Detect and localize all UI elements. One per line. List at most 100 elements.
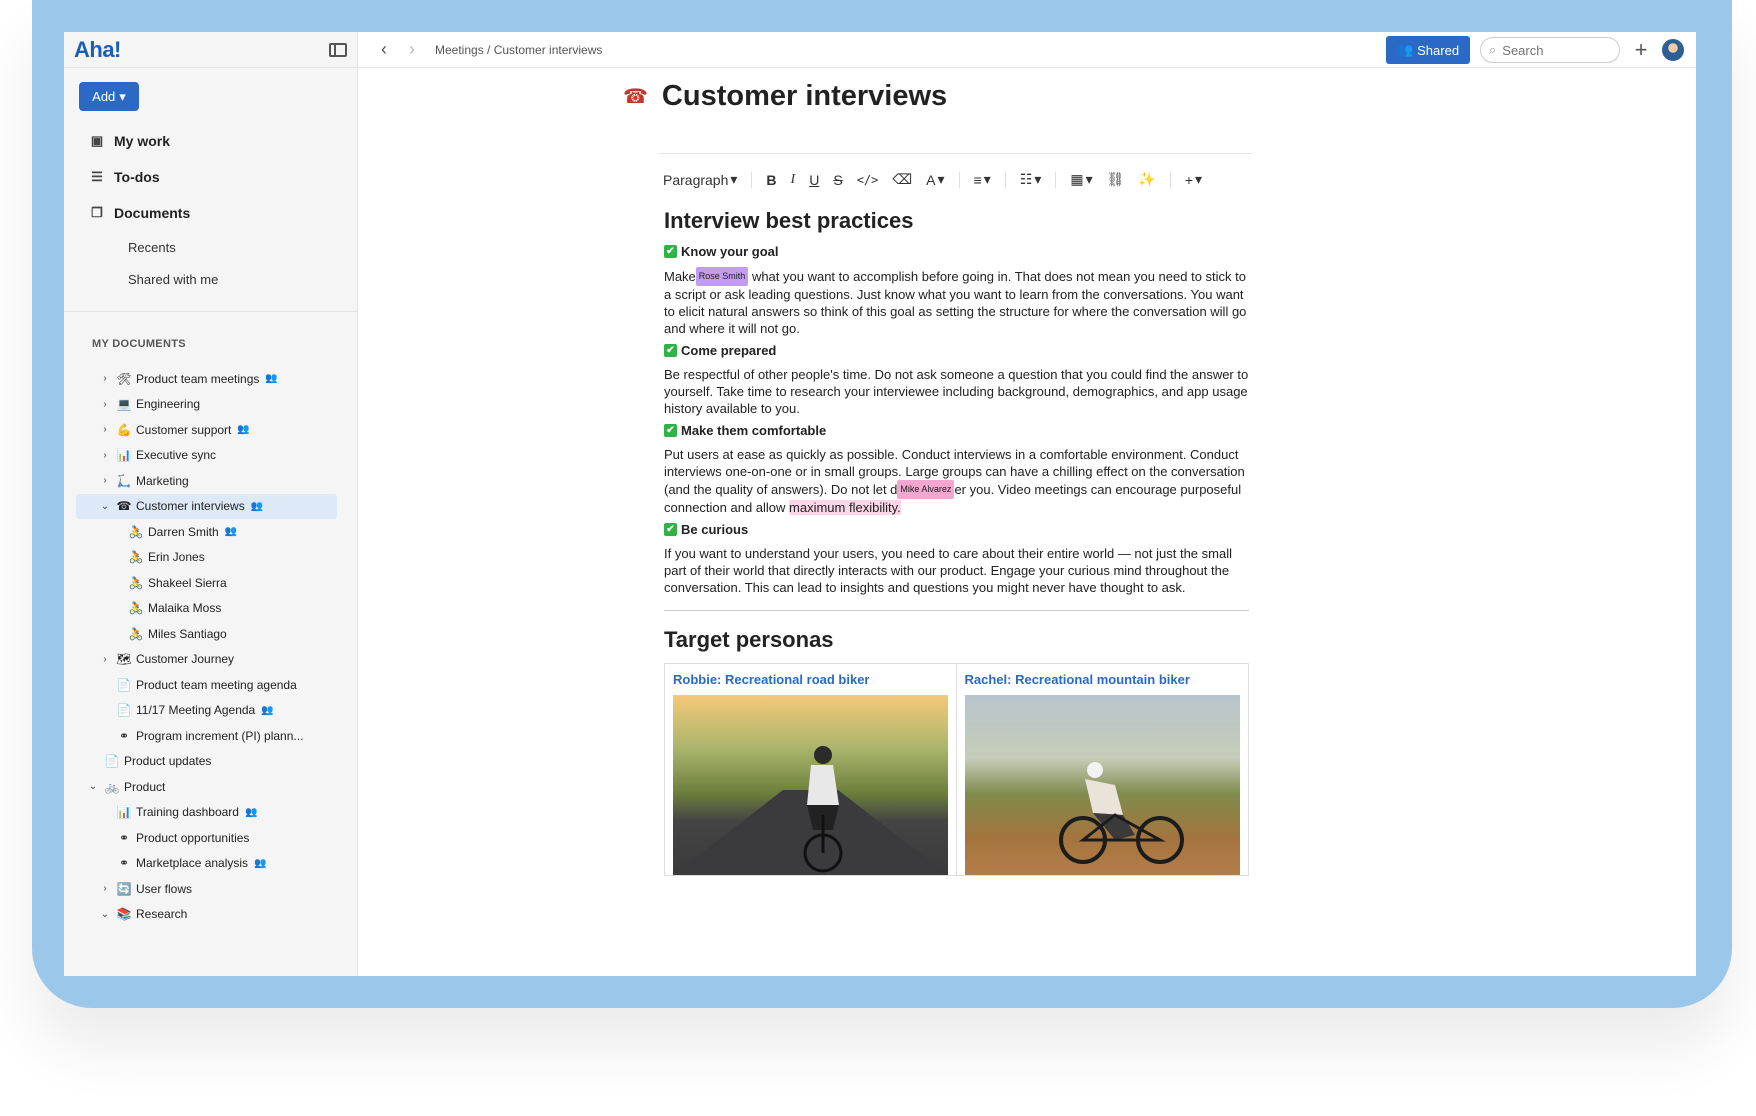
- tree-item-label: Marketing: [136, 473, 189, 488]
- shared-button[interactable]: 👥 Shared: [1386, 36, 1470, 64]
- checkmark-icon: ✔: [664, 424, 677, 437]
- section-title: Know your goal: [681, 244, 779, 259]
- persona-link[interactable]: Robbie: Recreational road biker: [673, 672, 948, 687]
- magic-wand-icon[interactable]: ✨: [1138, 171, 1155, 188]
- forward-arrow-icon[interactable]: ›: [401, 39, 423, 60]
- tree-item[interactable]: › 🛠 Product team meetings 👥: [64, 366, 357, 392]
- chevron-right-icon[interactable]: ›: [100, 424, 110, 435]
- chevron-right-icon[interactable]: ›: [100, 475, 110, 486]
- tree-item[interactable]: ⚭ Product opportunities: [64, 825, 357, 851]
- shared-users-icon: 👥: [265, 373, 278, 385]
- tree-item[interactable]: ⌄ 📚 Research: [64, 902, 357, 928]
- document-icon: 🛴: [116, 473, 132, 488]
- user-avatar[interactable]: [1662, 39, 1684, 61]
- chevron-down-icon[interactable]: ⌄: [100, 501, 110, 512]
- document-icon: ⚭: [118, 830, 130, 845]
- paragraph-style-select[interactable]: Paragraph ▾: [663, 171, 737, 188]
- nav-documents[interactable]: ❐ Documents: [64, 195, 357, 231]
- checklist-icon: ☰: [91, 169, 103, 184]
- document-icon: 📄: [116, 703, 132, 718]
- paragraph-curious: If you want to understand your users, yo…: [664, 546, 1232, 595]
- tree-item[interactable]: 📄 11/17 Meeting Agenda 👥: [64, 698, 357, 724]
- italic-icon[interactable]: I: [791, 172, 796, 188]
- caret-down-icon: ▾: [1034, 171, 1042, 187]
- toolbar-separator: [751, 171, 753, 188]
- shared-users-icon: 👥: [244, 806, 258, 818]
- persona-card: Robbie: Recreational road biker: [665, 664, 957, 875]
- tree-item[interactable]: 🚴 Darren Smith 👥: [64, 519, 357, 545]
- tree-item[interactable]: › 🗺 Customer Journey: [64, 647, 357, 673]
- table-icon[interactable]: ▦ ▾: [1070, 171, 1092, 188]
- chevron-right-icon[interactable]: ›: [100, 654, 110, 665]
- underline-icon[interactable]: U: [809, 172, 819, 188]
- document-icon: 🚴: [128, 601, 144, 616]
- tree-item[interactable]: › 🔄 User flows: [64, 876, 357, 902]
- tree-item[interactable]: ⚭ Marketplace analysis 👥: [64, 851, 357, 877]
- app-logo[interactable]: Aha!: [74, 37, 121, 63]
- align-icon[interactable]: ≡ ▾: [974, 171, 991, 188]
- shared-users-icon: 👥: [237, 424, 250, 436]
- title-divider: [658, 153, 1253, 154]
- nav-shared-with-me[interactable]: Shared with me: [64, 263, 357, 295]
- tree-item[interactable]: › 📊 Executive sync: [64, 443, 357, 469]
- add-button[interactable]: Add ▾: [79, 82, 139, 111]
- link-icon[interactable]: ⛓: [1107, 171, 1125, 188]
- tree-item-label: Product: [124, 779, 166, 794]
- eraser-icon[interactable]: ⌫: [892, 171, 912, 188]
- tree-item[interactable]: › 💻 Engineering: [64, 392, 357, 418]
- tree-item-label: Malaika Moss: [148, 601, 222, 616]
- top-bar: ‹ › Meetings / Customer interviews 👥 Sha…: [358, 32, 1696, 68]
- tree-item[interactable]: 📄 Product updates: [64, 749, 357, 775]
- nav-my-work[interactable]: ▣ My work: [64, 123, 357, 159]
- text-color-icon[interactable]: A ▾: [926, 171, 944, 188]
- create-plus-icon[interactable]: +: [1630, 37, 1652, 63]
- nav-recents[interactable]: Recents: [64, 231, 357, 263]
- tree-item[interactable]: 🚴 Erin Jones: [64, 545, 357, 571]
- collapse-sidebar-icon[interactable]: [329, 42, 347, 57]
- paragraph-prepared: Be respectful of other people's time. Do…: [664, 367, 1249, 416]
- tree-item[interactable]: 🚴 Shakeel Sierra: [64, 570, 357, 596]
- chevron-right-icon[interactable]: ›: [100, 399, 110, 410]
- search-input[interactable]: [1502, 42, 1603, 58]
- caret-down-icon: ▾: [730, 171, 738, 187]
- back-arrow-icon[interactable]: ‹: [373, 39, 395, 60]
- tree-item[interactable]: › 💪 Customer support 👥: [64, 417, 357, 443]
- chevron-right-icon[interactable]: ›: [100, 450, 110, 461]
- tree-item[interactable]: 🚴 Miles Santiago: [64, 621, 357, 647]
- list-icon[interactable]: ☷ ▾: [1020, 171, 1042, 188]
- checkmark-icon: ✔: [664, 523, 677, 536]
- tree-item[interactable]: › 🛴 Marketing: [64, 468, 357, 494]
- tree-item[interactable]: ⌄ 🚲 Product: [64, 774, 357, 800]
- persona-link[interactable]: Rachel: Recreational mountain biker: [965, 672, 1241, 687]
- breadcrumb[interactable]: Meetings / Customer interviews: [435, 43, 602, 57]
- tree-item[interactable]: 📄 Product team meeting agenda: [64, 672, 357, 698]
- chevron-down-icon[interactable]: ⌄: [88, 781, 98, 792]
- tree-item[interactable]: 🚴 Malaika Moss: [64, 596, 357, 622]
- tree-item[interactable]: 📊 Training dashboard 👥: [64, 800, 357, 826]
- bold-icon[interactable]: B: [766, 172, 776, 188]
- sidebar: Aha! Add ▾ ▣ My work ☰ To-dos ❐ Document…: [64, 32, 358, 976]
- tree-item[interactable]: ⚭ Program increment (PI) plann...: [64, 723, 357, 749]
- chevron-right-icon[interactable]: ›: [100, 373, 110, 384]
- nav-todos[interactable]: ☰ To-dos: [64, 159, 357, 195]
- search-box[interactable]: ⌕: [1480, 37, 1620, 63]
- document-content[interactable]: Interview best practices ✔ Know your goa…: [664, 208, 1249, 876]
- nav-label: My work: [114, 133, 171, 149]
- paragraph-comfortable: Put users at ease as quickly as possible…: [664, 446, 1249, 516]
- tree-item-label: Shakeel Sierra: [148, 575, 227, 590]
- document-icon: 📄: [116, 677, 132, 692]
- document-icon: 🚲: [104, 779, 120, 794]
- shared-button-label: Shared: [1417, 42, 1460, 58]
- section-heading: ✔ Know your goal: [664, 244, 1249, 259]
- tree-item[interactable]: ⌄ ☎ Customer interviews 👥: [76, 493, 337, 519]
- strikethrough-icon[interactable]: S: [833, 172, 842, 188]
- document-title[interactable]: Customer interviews: [662, 80, 947, 113]
- chevron-right-icon[interactable]: ›: [100, 883, 110, 894]
- section-title: Come prepared: [681, 343, 777, 358]
- insert-plus-icon[interactable]: + ▾: [1185, 171, 1202, 188]
- users-icon: 👥: [1396, 42, 1414, 57]
- document-icon: 📚: [116, 907, 132, 922]
- chevron-down-icon[interactable]: ⌄: [100, 909, 110, 920]
- tree-item-label: Training dashboard: [136, 805, 239, 820]
- code-icon[interactable]: </>: [857, 173, 879, 187]
